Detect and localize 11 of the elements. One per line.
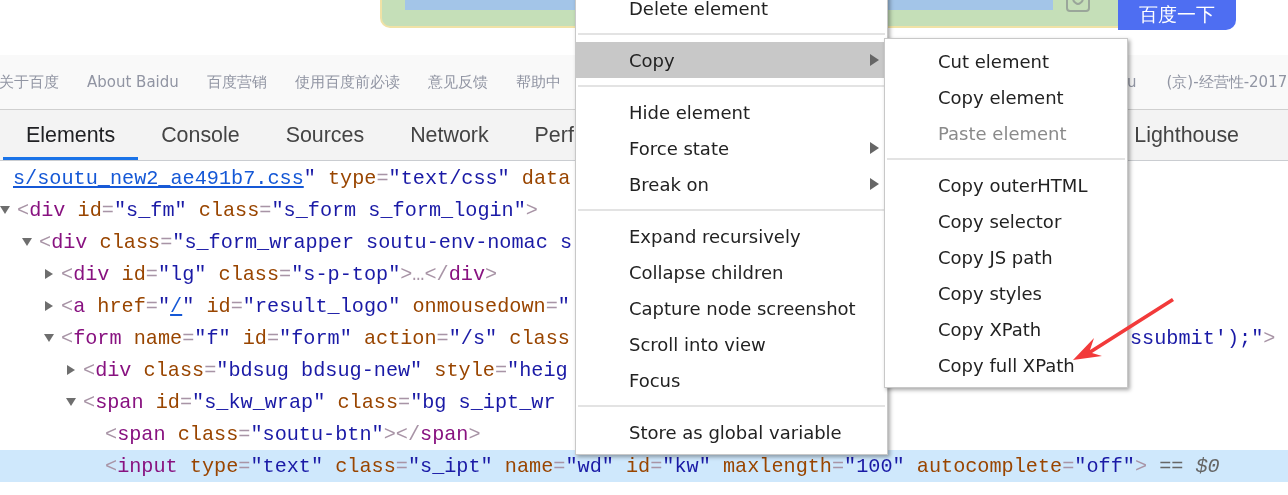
code-line: <input type="text" class="s_ipt" name="wd" id="kw" maxlength="100" autocomplete="off"> == $0	[105, 454, 1220, 478]
code-line: <form name="f" id="form" action="/s" class	[61, 326, 570, 350]
code-line: <div id="s_fm" class="s_form s_form_login">	[17, 198, 538, 222]
code-line: <div id="lg" class="s-p-top">…</div>	[61, 262, 498, 286]
code-line: s/soutu_new2_ae491b7.css" type="text/css" data	[13, 166, 571, 190]
code-line: <span class="soutu-btn"></span>	[105, 422, 481, 446]
code-line: <a href="/" id="result_logo" onmousedown="	[61, 294, 570, 318]
code-line: <div class="bdsug bdsug-new" style="heig	[83, 358, 568, 382]
code-line: <div class="s_form_wrapper soutu-env-nomac s	[39, 230, 573, 254]
code-line: ssubmit');">	[1130, 326, 1276, 350]
code-line: <span id="s_kw_wrap" class="bg s_ipt_wr	[83, 390, 556, 414]
